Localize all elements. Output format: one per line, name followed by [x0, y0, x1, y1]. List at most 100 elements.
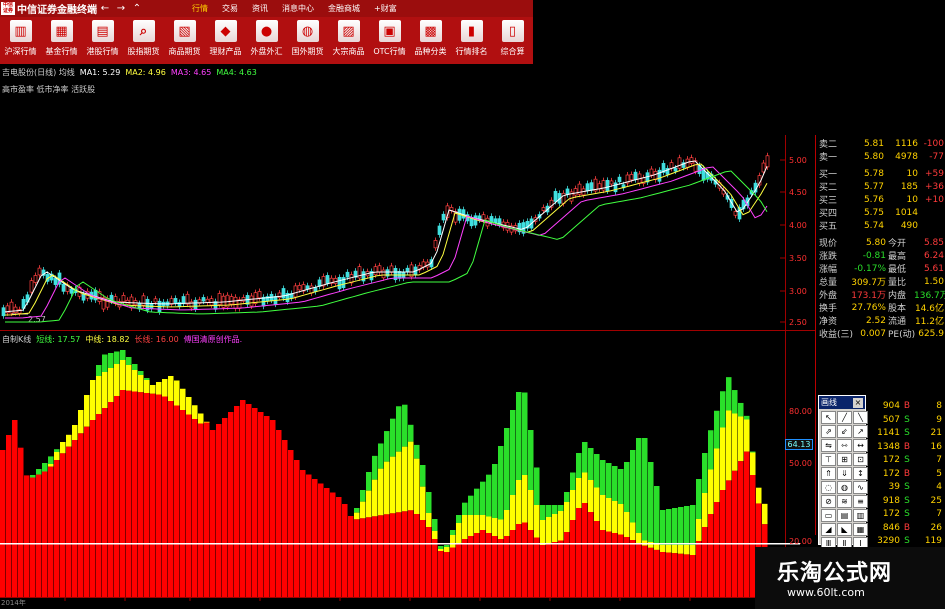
- draw-tool-icon[interactable]: ≡: [853, 495, 868, 508]
- indicator-bar-long: [702, 527, 708, 597]
- indicator-bar-long: [318, 483, 324, 597]
- level-change: +59: [925, 168, 944, 179]
- draw-tool-icon[interactable]: ╱: [837, 411, 852, 424]
- indicator-bar-long: [654, 549, 660, 597]
- indicator-bar-short: [54, 449, 60, 452]
- draw-tool-icon[interactable]: ↖: [821, 411, 836, 424]
- indicator-bar-long: [240, 400, 246, 597]
- candle-body: [553, 190, 558, 202]
- legend-item: MA1: 5.29: [79, 68, 121, 77]
- draw-tool-icon[interactable]: ⊡: [853, 453, 868, 466]
- indicator-bar-long: [462, 539, 468, 597]
- draw-tool-icon[interactable]: ◣: [837, 523, 852, 536]
- candle-body: [173, 298, 178, 304]
- indicator-bar-mid: [546, 517, 552, 544]
- draw-tool-icon[interactable]: ∿: [853, 481, 868, 494]
- candle-body: [37, 267, 42, 276]
- candle-body: [153, 298, 158, 303]
- tick-side: B: [903, 441, 911, 452]
- indicator-bar-short: [144, 378, 150, 380]
- indicator-bar-mid: [528, 490, 534, 530]
- indicator-bar-long: [738, 461, 744, 597]
- level-price: 5.81: [863, 138, 884, 149]
- candle-body: [325, 275, 330, 284]
- stat-value: 5.85: [923, 237, 944, 248]
- indicator-bar-short: [540, 505, 546, 520]
- indicator-bar-long: [96, 414, 102, 597]
- close-icon[interactable]: ×: [853, 397, 863, 408]
- draw-tool-icon[interactable]: ▭: [821, 509, 836, 522]
- level-volume: 1116: [895, 138, 918, 149]
- indicator-bar-long: [192, 419, 198, 597]
- indicator-bar-long: [156, 394, 162, 597]
- draw-tool-icon[interactable]: ≋: [837, 495, 852, 508]
- draw-tool-icon[interactable]: ◌: [821, 481, 836, 494]
- draw-tool-icon[interactable]: ↔: [853, 439, 868, 452]
- indicator-bar-long: [414, 514, 420, 597]
- indicator-bar-long: [660, 552, 666, 597]
- candle-body: [733, 211, 738, 216]
- stat-label: 内盘: [888, 291, 907, 301]
- draw-tool-icon[interactable]: ⇓: [837, 467, 852, 480]
- draw-tool-icon[interactable]: ⇑: [821, 467, 836, 480]
- legend-item: 傅国清原创作品.: [183, 335, 243, 344]
- draw-tool-icon[interactable]: ◢: [821, 523, 836, 536]
- indicator-bar-short: [120, 350, 126, 360]
- indicator-bar-mid: [66, 434, 72, 447]
- candle-body: [389, 265, 394, 273]
- draw-tool-icon[interactable]: ⇿: [837, 439, 852, 452]
- indicator-bar-mid: [702, 493, 708, 527]
- indicator-bar-long: [360, 518, 366, 597]
- draw-tool-icon[interactable]: ◍: [837, 481, 852, 494]
- draw-tool-icon[interactable]: ▤: [837, 509, 852, 522]
- indicator-bar-mid: [408, 441, 414, 511]
- tick-count: 4: [936, 482, 942, 492]
- indicator-bar-long: [36, 474, 42, 597]
- draw-tool-icon[interactable]: ⊤: [821, 453, 836, 466]
- indicator-bar-short: [552, 505, 558, 514]
- price-tick-label: 3.00: [789, 287, 807, 296]
- draw-tool-icon[interactable]: ▦: [853, 523, 868, 536]
- draw-tool-icon[interactable]: ⇗: [821, 425, 836, 438]
- indicator-bar-short: [366, 472, 372, 491]
- indicator-bar-long: [492, 536, 498, 597]
- draw-tool-icon[interactable]: ⇙: [837, 425, 852, 438]
- indicator-bar-mid: [456, 523, 462, 543]
- indicator-bar-long: [108, 402, 114, 597]
- candle-body: [765, 155, 770, 168]
- candle-body: [229, 296, 234, 305]
- draw-tool-icon[interactable]: ⊞: [837, 453, 852, 466]
- indicator-bar-long: [12, 420, 18, 597]
- indicator-bar-short: [108, 353, 114, 368]
- order-book-row: 卖一 5.80 4978 -77: [816, 150, 945, 164]
- indicator-bar-long: [6, 435, 12, 597]
- draw-tool-icon[interactable]: ↗: [853, 425, 868, 438]
- indicator-bar-long: [48, 466, 54, 597]
- indicator-tick-label: 20.00: [789, 537, 812, 546]
- draw-tool-icon[interactable]: ⇋: [821, 439, 836, 452]
- indicator-bar-long: [0, 450, 6, 597]
- tick-count: 21: [930, 428, 942, 438]
- stat-row: 涨幅 -0.17% 最低 5.61: [816, 262, 945, 276]
- indicator-bar-long: [420, 520, 426, 597]
- draw-tool-palette[interactable]: 画线 × ↖ ╱ ╲ ⇗ ⇙ ↗ ⇋ ⇿ ↔ ⊤ ⊞ ⊡ ⇑ ⇓ ↕ ◌ ◍ ∿ ⊘ ≋ ≡ ▭ ▤ ▥ ◢ ◣ ▦ Ⅲ Ⅱ Ⅰ: [818, 395, 868, 550]
- draw-tool-icon[interactable]: ↕: [853, 467, 868, 480]
- stat-value: 0.007: [860, 328, 886, 339]
- legend-item: 中线: 18.82: [85, 335, 130, 344]
- indicator-bar-mid: [372, 479, 378, 517]
- palette-titlebar[interactable]: 画线 ×: [819, 396, 865, 409]
- level-change: -100: [923, 138, 944, 149]
- indicator-bar-short: [492, 464, 498, 518]
- indicator-bar-long: [732, 470, 738, 597]
- indicator-bar-long: [696, 541, 702, 597]
- indicator-bar-mid: [132, 370, 138, 392]
- indicator-bar-short: [636, 438, 642, 533]
- ma-legend: 吉电股份(日线) 均线 MA1: 5.29 MA2: 4.96 MA3: 4.65 MA…: [2, 67, 262, 78]
- indicator-bar-long: [540, 545, 546, 597]
- draw-tool-icon[interactable]: ⊘: [821, 495, 836, 508]
- draw-tool-icon[interactable]: ▥: [853, 509, 868, 522]
- indicator-bar-short: [612, 466, 618, 501]
- level-label: 买一: [819, 170, 838, 180]
- indicator-bar-long: [516, 524, 522, 597]
- draw-tool-icon[interactable]: ╲: [853, 411, 868, 424]
